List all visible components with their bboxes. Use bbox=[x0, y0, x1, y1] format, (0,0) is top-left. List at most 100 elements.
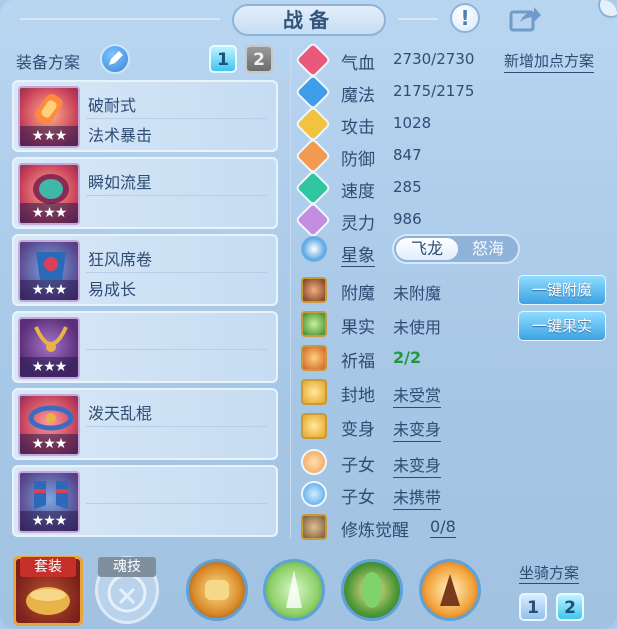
soul-skill-label: 魂技 bbox=[98, 557, 156, 577]
equipment-plan-1-button[interactable]: 1 bbox=[209, 45, 237, 73]
battle-prep-panel: 战备 ! 装备方案 1 2 ★★★ 破耐式 法术暴击 ★★★ 瞬如流星 ★★★ … bbox=[0, 0, 617, 629]
heart-icon bbox=[294, 41, 332, 79]
equipment-slot-belt[interactable]: ★★★ 泼天乱棍 bbox=[12, 388, 278, 460]
shield-icon bbox=[294, 137, 332, 175]
add-point-plan-link[interactable]: 新增加点方案 bbox=[504, 50, 595, 73]
attr-value-transform[interactable]: 未变身 bbox=[393, 416, 442, 442]
attr-value-fief[interactable]: 未受赏 bbox=[393, 382, 442, 408]
attr-label-child-carry: 子女 bbox=[341, 488, 375, 508]
attr-label-transform: 变身 bbox=[341, 420, 375, 440]
speed-icon bbox=[294, 169, 332, 207]
stat-value-spirit: 986 bbox=[393, 210, 422, 228]
fruit-icon bbox=[301, 311, 327, 337]
equipment-plan-label: 装备方案 bbox=[16, 53, 81, 72]
paw-icon bbox=[301, 481, 327, 507]
stat-value-speed: 285 bbox=[393, 178, 422, 196]
equipment-slot-armor[interactable]: ★★★ 狂风席卷 易成长 bbox=[12, 234, 278, 306]
equipment-slot-weapon[interactable]: ★★★ 破耐式 法术暴击 bbox=[12, 80, 278, 152]
star-rating: ★★★ bbox=[20, 434, 78, 454]
row-divider bbox=[86, 195, 268, 196]
star-rating: ★★★ bbox=[20, 126, 78, 146]
equipment-effect: 易成长 bbox=[88, 280, 137, 299]
equipment-slot-boots[interactable]: ★★★ bbox=[12, 465, 278, 537]
one-click-fruit-button[interactable]: 一键果实 bbox=[518, 311, 606, 341]
row-divider bbox=[86, 272, 268, 273]
star-rating: ★★★ bbox=[20, 203, 78, 223]
star-rating: ★★★ bbox=[20, 280, 78, 300]
stat-label-spirit: 灵力 bbox=[341, 214, 375, 234]
help-button[interactable]: ! bbox=[450, 3, 480, 33]
equipment-slot-helmet[interactable]: ★★★ 瞬如流星 bbox=[12, 157, 278, 229]
sword-icon bbox=[294, 105, 332, 143]
pencil-icon bbox=[109, 51, 123, 65]
child-icon bbox=[301, 449, 327, 475]
equipment-name: 破耐式 bbox=[88, 96, 137, 115]
stat-label-speed: 速度 bbox=[341, 182, 375, 202]
bottom-bar: 套装 魂技 坐骑方案 1 2 bbox=[0, 547, 617, 629]
attr-value-child-carry[interactable]: 未携带 bbox=[393, 484, 442, 510]
warrior-icon bbox=[440, 574, 460, 606]
skill-slot-3[interactable] bbox=[341, 559, 403, 621]
fist-icon bbox=[205, 580, 229, 600]
mount-plan-2-button[interactable]: 2 bbox=[556, 593, 584, 621]
star-sign-toggle[interactable]: 飞龙 怒海 bbox=[392, 234, 520, 264]
share-icon bbox=[509, 7, 541, 32]
attr-value-child-transform[interactable]: 未变身 bbox=[393, 452, 442, 478]
attr-value-fruit: 未使用 bbox=[393, 318, 442, 337]
equipment-name: 瞬如流星 bbox=[88, 173, 153, 192]
skill-slot-1[interactable] bbox=[186, 559, 248, 621]
enchant-icon bbox=[301, 277, 327, 303]
attr-label-enchant: 附魔 bbox=[341, 284, 375, 304]
star-rating: ★★★ bbox=[20, 511, 78, 531]
attr-value-cultivate[interactable]: 0/8 bbox=[430, 517, 456, 538]
star-option-dragon[interactable]: 飞龙 bbox=[396, 238, 458, 260]
equipment-plan-2-button[interactable]: 2 bbox=[245, 45, 273, 73]
skill-slot-2[interactable] bbox=[263, 559, 325, 621]
armor-icon: ★★★ bbox=[18, 240, 80, 302]
attr-label-cultivate: 修炼觉醒 bbox=[341, 521, 409, 541]
stat-value-hp: 2730/2730 bbox=[393, 50, 475, 68]
mount-plan-1-button[interactable]: 1 bbox=[519, 593, 547, 621]
fief-icon bbox=[301, 379, 327, 405]
equipment-name: 泼天乱棍 bbox=[88, 404, 153, 423]
equipment-name: 狂风席卷 bbox=[88, 250, 153, 269]
boots-icon: ★★★ bbox=[18, 471, 80, 533]
mount-plan-label[interactable]: 坐骑方案 bbox=[519, 562, 580, 584]
section-divider bbox=[290, 44, 291, 538]
stat-label-defense: 防御 bbox=[341, 150, 375, 170]
attr-value-enchant: 未附魔 bbox=[393, 284, 442, 303]
row-divider bbox=[86, 349, 268, 350]
row-divider bbox=[86, 503, 268, 504]
leaf-icon bbox=[362, 572, 382, 608]
popsicle-icon: ★★★ bbox=[18, 86, 80, 148]
necklace-icon: ★★★ bbox=[18, 317, 80, 379]
close-button[interactable] bbox=[598, 0, 617, 18]
belt-icon: ★★★ bbox=[18, 394, 80, 456]
attr-label-child: 子女 bbox=[341, 456, 375, 476]
one-click-enchant-button[interactable]: 一键附魔 bbox=[518, 275, 606, 305]
stat-label-mp: 魔法 bbox=[341, 86, 375, 106]
cultivate-icon bbox=[301, 514, 327, 540]
attr-label-fief: 封地 bbox=[341, 386, 375, 406]
stat-value-defense: 847 bbox=[393, 146, 422, 164]
skill-slot-4[interactable] bbox=[419, 559, 481, 621]
share-button[interactable] bbox=[508, 4, 542, 34]
stat-value-attack: 1028 bbox=[393, 114, 432, 132]
row-divider bbox=[86, 118, 268, 119]
equipment-slot-necklace[interactable]: ★★★ bbox=[12, 311, 278, 383]
attr-label-fruit: 果实 bbox=[341, 318, 375, 338]
title-decoration-right bbox=[398, 18, 438, 20]
attr-label-blessing: 祈福 bbox=[341, 352, 375, 372]
star-rating: ★★★ bbox=[20, 357, 78, 377]
blessing-icon bbox=[301, 345, 327, 371]
light-beam-icon bbox=[286, 570, 302, 608]
attr-value-blessing: 2/2 bbox=[393, 348, 422, 367]
star-sign-label[interactable]: 星象 bbox=[341, 241, 375, 267]
page-title: 战备 bbox=[232, 4, 386, 36]
suit-label: 套装 bbox=[20, 557, 76, 577]
edit-plan-button[interactable] bbox=[100, 44, 130, 74]
stat-label-attack: 攻击 bbox=[341, 118, 375, 138]
transform-icon bbox=[301, 413, 327, 439]
star-option-sea[interactable]: 怒海 bbox=[460, 238, 516, 260]
star-sign-icon bbox=[301, 236, 327, 262]
